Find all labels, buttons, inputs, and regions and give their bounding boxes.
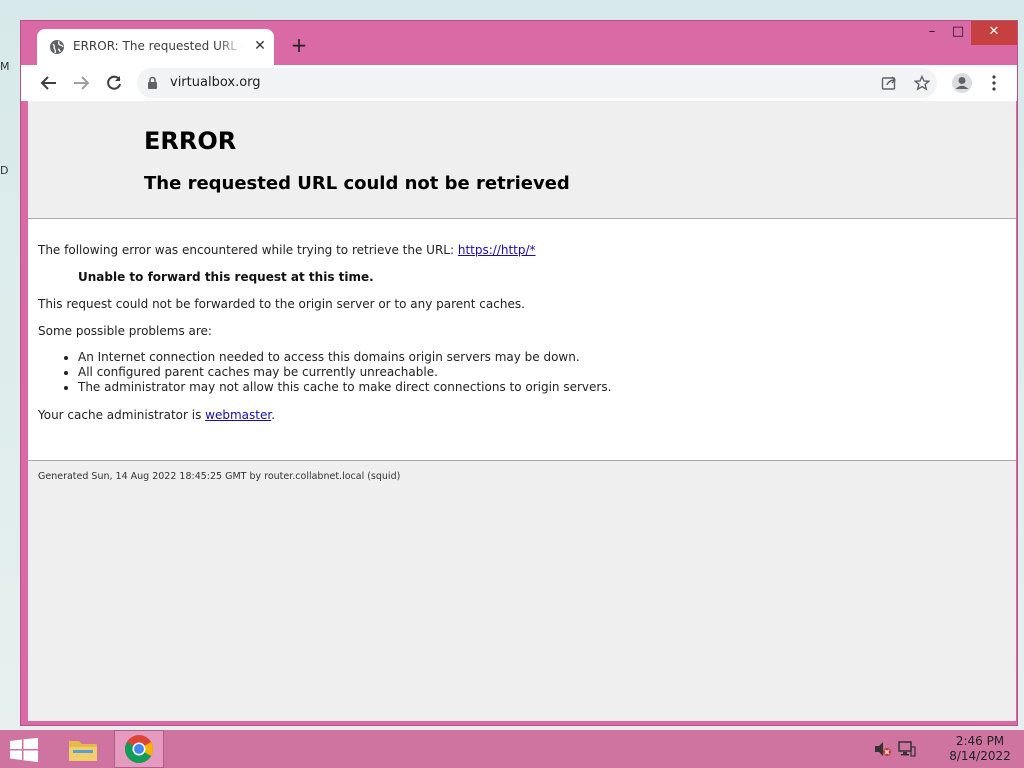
reload-button[interactable] [102, 71, 126, 95]
intro-text: The following error was encountered whil… [38, 243, 536, 257]
globe-icon [50, 40, 64, 54]
problems-intro: Some possible problems are: [38, 324, 212, 338]
back-button[interactable] [37, 71, 61, 95]
desktop-icon-label[interactable]: D [0, 164, 8, 177]
page-viewport: ERROR The requested URL could not be ret… [28, 101, 1016, 721]
intro-label: The following error was encountered whil… [38, 243, 455, 257]
taskbar-clock[interactable]: 2:46 PM 8/14/2022 [940, 734, 1020, 764]
folder-icon [69, 741, 97, 761]
taskbar: 2:46 PM 8/14/2022 [0, 730, 1024, 768]
page-subtitle: The requested URL could not be retrieved [144, 173, 570, 194]
footer-generated: Generated Sun, 14 Aug 2022 18:45:25 GMT … [38, 471, 401, 482]
admin-prefix: Your cache administrator is [38, 408, 202, 422]
admin-text: Your cache administrator is webmaster. [38, 408, 275, 422]
page-title: ERROR [144, 127, 237, 155]
bookmark-star-icon[interactable] [914, 75, 930, 91]
arrow-left-icon [40, 76, 56, 90]
chrome-taskbar-button[interactable] [114, 730, 164, 768]
share-icon[interactable] [881, 75, 897, 91]
clock-time: 2:46 PM [955, 734, 1005, 748]
network-icon[interactable] [898, 741, 916, 757]
tab-title: ERROR: The requested URL could not be re… [73, 39, 243, 53]
admin-suffix: . [271, 408, 276, 422]
volume-muted-icon[interactable] [874, 741, 892, 757]
error-message: Unable to forward this request at this t… [78, 270, 374, 284]
list-item: All configured parent caches may be curr… [78, 365, 611, 380]
desktop-icon-label[interactable]: M [0, 60, 10, 73]
forward-button[interactable] [69, 71, 93, 95]
close-window-button[interactable]: ✕ [971, 21, 1017, 45]
error-body: The following error was encountered whil… [28, 219, 1016, 461]
tab-close-icon[interactable]: ✕ [251, 37, 269, 55]
webmaster-link[interactable]: webmaster [205, 408, 271, 422]
url-text[interactable]: virtualbox.org [170, 75, 261, 90]
profile-button[interactable] [950, 71, 974, 95]
problems-list: An Internet connection needed to access … [68, 350, 611, 395]
title-bar: ERROR: The requested URL could not be re… [21, 21, 1017, 65]
address-bar[interactable]: virtualbox.org [137, 68, 937, 98]
list-item: An Internet connection needed to access … [78, 350, 611, 365]
list-item: The administrator may not allow this cac… [78, 380, 611, 395]
explanation-text: This request could not be forwarded to t… [38, 297, 525, 311]
lock-icon[interactable] [147, 76, 158, 89]
reload-icon [107, 75, 121, 90]
avatar-icon [952, 73, 972, 93]
browser-toolbar: virtualbox.org [21, 65, 1017, 101]
more-vert-icon [992, 75, 996, 91]
chrome-icon [125, 735, 153, 763]
menu-button[interactable] [982, 71, 1006, 95]
maximize-button[interactable]: □ [943, 21, 973, 45]
error-url-link[interactable]: https://http/* [458, 243, 536, 257]
file-explorer-taskbar-button[interactable] [58, 730, 108, 768]
new-tab-button[interactable]: + [289, 35, 309, 55]
browser-window: ERROR: The requested URL could not be re… [20, 20, 1018, 726]
arrow-right-icon [74, 76, 90, 90]
error-header: ERROR The requested URL could not be ret… [28, 101, 1016, 219]
browser-tab[interactable]: ERROR: The requested URL could not be re… [37, 29, 274, 65]
clock-date: 8/14/2022 [949, 749, 1011, 763]
windows-start-icon[interactable] [10, 738, 38, 762]
